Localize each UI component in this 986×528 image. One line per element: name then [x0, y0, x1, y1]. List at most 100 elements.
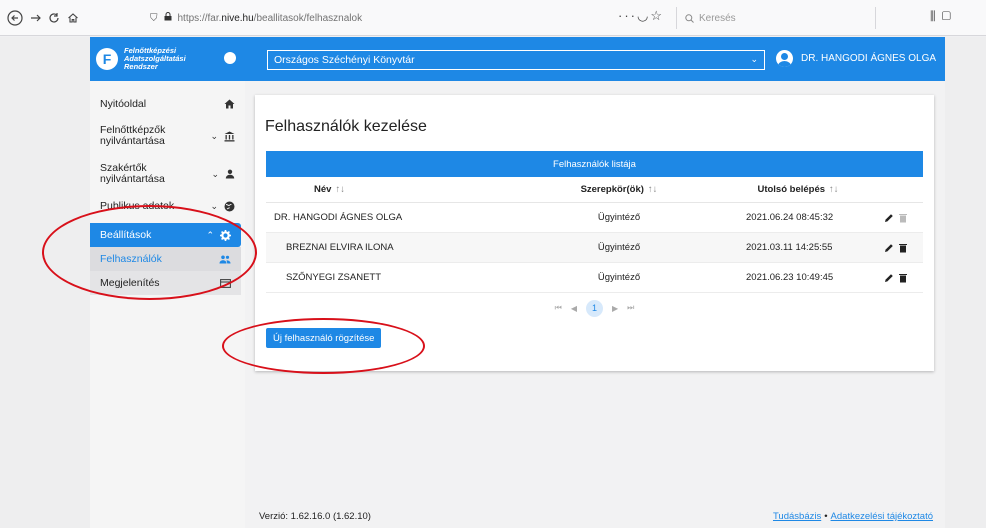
sidebar-item-settings[interactable]: Beállítások ⌃	[90, 223, 241, 247]
organization-value: Országos Széchényi Könyvtár	[274, 54, 415, 66]
sort-icon: ↑↓	[647, 184, 658, 195]
brand-logo: F	[96, 48, 118, 70]
table-row[interactable]: SZŐNYEGI ZSANETT Ügyintéző 2021.06.23 10…	[266, 263, 923, 293]
organization-select[interactable]: Országos Széchényi Könyvtár ⌄	[267, 50, 765, 70]
library-icon[interactable]: ⫼▢	[930, 9, 957, 24]
sidebar-item-label: Felhasználók	[100, 253, 162, 265]
table-caption: Felhasználók listája	[266, 151, 923, 177]
gear-icon	[220, 229, 231, 241]
cell-name: DR. HANGODI ÁGNES OLGA	[274, 212, 403, 223]
cell-name: BREZNAI ELVIRA ILONA	[286, 242, 394, 253]
lock-icon	[164, 12, 172, 24]
brand-line3: Rendszer	[124, 62, 158, 71]
footer-links: Tudásbázis • Adatkezelési tájékoztató	[773, 511, 933, 522]
pocket-icon[interactable]: ◡	[637, 8, 650, 23]
new-user-button[interactable]: Új felhasználó rögzítése	[266, 328, 382, 348]
chevron-up-icon: ⌃	[206, 229, 214, 240]
forward-icon[interactable]	[27, 9, 45, 27]
chevron-down-icon: ⌄	[211, 168, 219, 179]
sidebar: F Felnőttképzési Adatszolgáltatási Rends…	[90, 37, 245, 528]
row-actions	[868, 213, 923, 223]
knowledge-base-link[interactable]: Tudásbázis	[773, 511, 821, 522]
home-icon[interactable]	[64, 9, 82, 27]
label-line2: nyilvántartása	[100, 173, 165, 185]
sidebar-item-display[interactable]: Megjelenítés	[90, 271, 241, 295]
display-icon	[220, 278, 231, 288]
url-path: /beallitasok/felhasznalok	[253, 12, 363, 24]
sidebar-item-public-data[interactable]: Publikus adatok ⌄	[90, 193, 245, 219]
users-card: Felhasználók kezelése Felhasználók listá…	[255, 95, 934, 371]
home-icon	[224, 99, 235, 109]
page-actions-icon[interactable]: ···◡☆	[618, 8, 664, 24]
person-icon	[225, 169, 235, 179]
row-actions	[868, 243, 923, 253]
sidebar-item-users[interactable]: Felhasználók	[90, 247, 241, 271]
page-number[interactable]: 1	[586, 299, 603, 317]
top-header: Országos Széchényi Könyvtár ⌄ DR. HANGOD…	[245, 37, 945, 81]
back-icon[interactable]	[6, 9, 24, 27]
last-page-icon[interactable]: ⏭	[627, 303, 634, 313]
reload-icon[interactable]	[45, 9, 63, 27]
footer: Verzió: 1.62.16.0 (1.62.10) Tudásbázis • A…	[245, 500, 945, 528]
sidebar-item-home[interactable]: Nyitóoldal	[90, 91, 245, 117]
sort-icon: ↑↓	[335, 184, 345, 195]
table-row[interactable]: BREZNAI ELVIRA ILONA Ügyintéző 2021.03.1…	[266, 233, 923, 263]
users-table: Felhasználók listája Név ↑↓ Szerepkör(ök)…	[266, 151, 923, 323]
delete-icon	[899, 213, 907, 222]
settings-submenu: Felhasználók Megjelenítés	[90, 247, 241, 295]
edit-icon[interactable]	[884, 213, 894, 223]
users-icon	[219, 255, 231, 263]
link-separator: •	[824, 511, 828, 522]
column-label: Név	[314, 184, 332, 195]
delete-icon[interactable]	[899, 243, 907, 253]
column-header-role[interactable]: Szerepkör(ök) ↑↓	[510, 184, 728, 195]
page-title: Felhasználók kezelése	[265, 118, 427, 135]
column-header-name[interactable]: Név ↑↓	[266, 184, 510, 195]
delete-icon[interactable]	[899, 273, 907, 283]
edit-icon[interactable]	[884, 243, 894, 253]
label-line2: nyilvántartása	[100, 135, 165, 147]
page-gutter-left	[0, 37, 90, 528]
sidebar-item-experts[interactable]: Szakértők nyilvántartása ⌄	[90, 155, 245, 193]
account-icon	[776, 50, 793, 67]
url-prefix: https://far.	[177, 12, 222, 24]
cell-last-login: 2021.06.24 08:45:32	[746, 212, 834, 223]
prev-page-icon[interactable]: ◀	[571, 304, 577, 313]
row-actions	[868, 273, 923, 283]
url-host: nive.hu	[221, 12, 254, 24]
shield-icon: ⛉	[150, 12, 158, 24]
sidebar-item-label: Szakértők nyilvántartása	[100, 163, 165, 185]
first-page-icon[interactable]: ⏮	[555, 303, 562, 313]
sidebar-item-trainers[interactable]: Felnőttképzők nyilvántartása ⌄	[90, 117, 245, 155]
sidebar-toggle-icon[interactable]: ▢	[942, 9, 958, 23]
globe-icon	[224, 201, 235, 211]
search-icon	[685, 13, 694, 23]
column-label: Utolsó belépés	[757, 184, 826, 195]
brand[interactable]: F Felnőttképzési Adatszolgáltatási Rends…	[90, 37, 245, 81]
chevron-down-icon: ⌄	[750, 54, 758, 64]
chevron-down-icon: ⌄	[210, 200, 218, 211]
cell-role: Ügyintéző	[597, 242, 641, 253]
column-header-last-login[interactable]: Utolsó belépés ↑↓	[728, 184, 868, 195]
sidebar-item-label: Nyitóoldal	[100, 98, 147, 110]
edit-icon[interactable]	[884, 273, 894, 283]
cell-name: SZŐNYEGI ZSANETT	[286, 272, 382, 283]
next-page-icon[interactable]: ▶	[612, 304, 618, 313]
browser-search-input[interactable]: Keresés	[676, 7, 876, 29]
pagination: ⏮ ◀ 1 ▶ ⏭	[266, 293, 923, 323]
sidebar-item-label: Megjelenítés	[100, 277, 160, 289]
sidebar-collapse-toggle[interactable]	[224, 52, 236, 64]
table-row[interactable]: DR. HANGODI ÁGNES OLGA Ügyintéző 2021.06…	[266, 203, 923, 233]
address-bar[interactable]: ⛉ https://far. nive.hu/beallitasok/felhas…	[150, 7, 670, 29]
page-gutter-right	[945, 37, 986, 528]
brand-name: Felnőttképzési Adatszolgáltatási Rendsze…	[124, 47, 186, 71]
sort-icon: ↑↓	[829, 184, 839, 195]
user-menu[interactable]: DR. HANGODI ÁGNES OLGA	[776, 50, 936, 67]
column-label: Szerepkör(ök)	[580, 184, 644, 195]
search-placeholder: Keresés	[699, 12, 736, 24]
cell-role: Ügyintéző	[597, 212, 641, 223]
chevron-down-icon: ⌄	[210, 130, 218, 141]
bookmark-star-icon[interactable]: ☆	[650, 8, 664, 23]
privacy-link[interactable]: Adatkezelési tájékoztató	[831, 511, 933, 522]
cell-last-login: 2021.06.23 10:49:45	[746, 272, 834, 283]
